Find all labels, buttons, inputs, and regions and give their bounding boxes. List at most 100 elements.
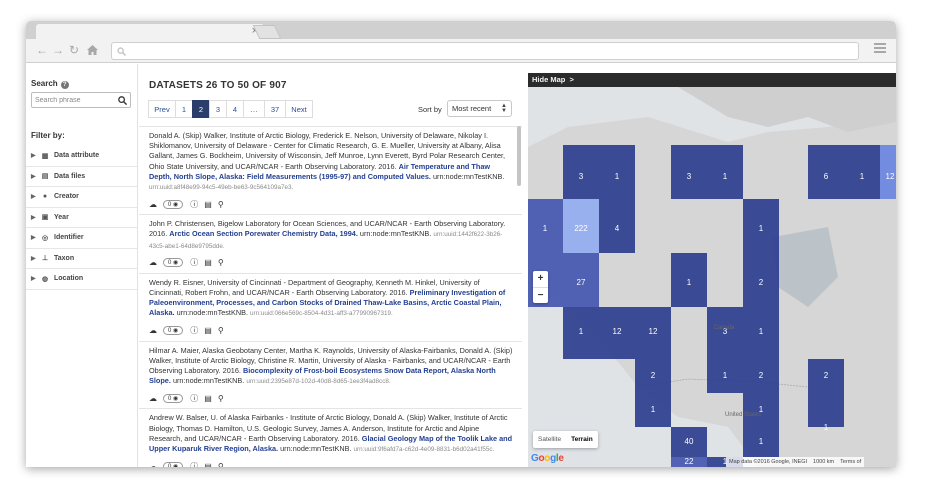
- page-button[interactable]: Prev: [148, 100, 176, 118]
- hide-map-bar[interactable]: Hide Map >: [528, 73, 896, 87]
- map-place-canada: Canada: [713, 325, 735, 331]
- map-marker-icon[interactable]: ⚲: [218, 462, 224, 467]
- page-button[interactable]: 4: [226, 100, 244, 118]
- map-cell-count: 1: [759, 327, 764, 336]
- citation-node: urn:node:mnTestKNB.: [432, 171, 505, 181]
- forward-arrow-icon[interactable]: →: [52, 43, 64, 57]
- filter-item[interactable]: ▶ ▤ Data files: [26, 167, 137, 187]
- filter-item[interactable]: ▶ ◍ Location: [26, 269, 137, 290]
- pagination: Prev 1 2 3 4… 37 Next: [148, 100, 313, 118]
- calendar-icon: ▣: [41, 214, 49, 222]
- file-icon: ▤: [41, 173, 49, 181]
- document-icon[interactable]: ▤: [204, 200, 212, 209]
- map-cell-count: 40: [685, 437, 694, 446]
- hamburger-menu-icon[interactable]: [874, 43, 886, 55]
- info-icon[interactable]: ⓘ: [190, 199, 198, 210]
- table-icon: ▦: [41, 152, 49, 160]
- list-item: John P. Christensen, Bigelow Laboratory …: [139, 214, 522, 271]
- map-marker-icon[interactable]: ⚲: [218, 394, 224, 403]
- cloud-download-icon[interactable]: ☁: [149, 258, 157, 267]
- chevron-right-icon: >: [569, 75, 574, 84]
- filter-item[interactable]: ▶ ▣ Year: [26, 208, 137, 228]
- browser-toolbar: ← → ↻: [26, 39, 896, 63]
- filter-item[interactable]: ▶ ▦ Data attribute: [26, 146, 137, 167]
- map-cell-count: 1: [759, 224, 764, 233]
- cloud-download-icon[interactable]: ☁: [149, 462, 157, 467]
- document-icon[interactable]: ▤: [204, 394, 212, 403]
- map-cell-count: 2: [824, 371, 829, 380]
- dataset-title-link[interactable]: Arctic Ocean Section Porewater Chemistry…: [169, 229, 358, 238]
- map-marker-icon[interactable]: ⚲: [218, 326, 224, 335]
- home-icon[interactable]: [87, 45, 98, 55]
- back-arrow-icon[interactable]: ←: [36, 43, 48, 57]
- map-cell-count: 12: [649, 327, 658, 336]
- cloud-download-icon[interactable]: ☁: [149, 326, 157, 335]
- document-icon[interactable]: ▤: [204, 462, 212, 467]
- document-icon[interactable]: ▤: [204, 258, 212, 267]
- info-icon[interactable]: ⓘ: [190, 325, 198, 336]
- map-cell-count: 1: [579, 327, 584, 336]
- map-type-terrain[interactable]: Terrain: [566, 431, 598, 448]
- citation: Hilmar A. Maier, Alaska Geobotany Center…: [149, 346, 514, 388]
- map-terms-link[interactable]: Terms of: [840, 457, 861, 467]
- filter-list: ▶ ▦ Data attribute ▶ ▤ Data files ▶ ● Creator ▶ ▣ Y…: [26, 146, 137, 290]
- search-button-icon[interactable]: [118, 96, 127, 105]
- page-button[interactable]: …: [243, 100, 265, 118]
- filter-item-label: Year: [54, 213, 69, 221]
- item-actions: ☁ 0 ◉ ⓘ ▤ ⚲: [149, 458, 514, 467]
- eye-icon: ◉: [173, 260, 179, 267]
- map-place-united-states: United States: [725, 412, 761, 418]
- page-button[interactable]: 37: [264, 100, 286, 118]
- page-content: Search? Filter by: ▶ ▦ Data attribute ▶ ▤ Dat…: [26, 64, 896, 467]
- search-input[interactable]: [33, 94, 113, 106]
- eye-icon: ◉: [173, 463, 179, 467]
- map-data-credit: Map data ©2016 Google, INEGI: [729, 459, 808, 465]
- caret-right-icon: ▶: [31, 153, 36, 160]
- reload-icon[interactable]: ↻: [69, 43, 79, 57]
- filter-item-label: Creator: [54, 193, 79, 201]
- map-cell-count: 1: [543, 224, 548, 233]
- zoom-out-button[interactable]: −: [533, 287, 548, 303]
- page-button[interactable]: 3: [209, 100, 227, 118]
- filter-item[interactable]: ▶ ◎ Identifier: [26, 228, 137, 249]
- search-box: [31, 92, 131, 108]
- zoom-in-button[interactable]: +: [533, 271, 548, 287]
- citation: Andrew W. Balser, U. of Alaska Fairbanks…: [149, 413, 514, 455]
- filter-item-label: Location: [54, 275, 84, 283]
- map-marker-icon[interactable]: ⚲: [218, 200, 224, 209]
- caret-right-icon: ▶: [31, 214, 36, 221]
- info-icon[interactable]: ⓘ: [190, 393, 198, 404]
- browser-tab[interactable]: ×: [36, 24, 264, 39]
- item-actions: ☁ 0 ◉ ⓘ ▤ ⚲: [149, 323, 514, 339]
- map-cell-count: 1: [687, 278, 692, 287]
- sort-select[interactable]: Most recent ▲ ▼: [447, 100, 512, 117]
- filter-item[interactable]: ▶ ⊥ Taxon: [26, 249, 137, 269]
- page-button[interactable]: 1: [175, 100, 193, 118]
- cloud-download-icon[interactable]: ☁: [149, 394, 157, 403]
- help-icon[interactable]: ?: [60, 81, 69, 89]
- page-button[interactable]: Next: [285, 100, 313, 118]
- cloud-download-icon[interactable]: ☁: [149, 200, 157, 209]
- map-cell-count: 2: [759, 278, 764, 287]
- map-type-satellite[interactable]: Satellite: [533, 431, 566, 448]
- map-cell-count: 1: [723, 172, 728, 181]
- citation-uuid: urn:uuid:066e569c-8504-4d31-aff3-a779909…: [250, 310, 393, 318]
- map-cell-count: 12: [613, 327, 622, 336]
- document-icon[interactable]: ▤: [204, 326, 212, 335]
- info-icon[interactable]: ⓘ: [190, 461, 198, 467]
- filter-item[interactable]: ▶ ● Creator: [26, 187, 137, 208]
- item-actions: ☁ 0 ◉ ⓘ ▤ ⚲: [149, 255, 514, 271]
- map-canvas[interactable]: 313161121222416271211212312122111401221 …: [528, 87, 896, 467]
- map-grid-cell[interactable]: [808, 393, 844, 427]
- page-button[interactable]: 2: [192, 100, 210, 118]
- view-count-badge: 0 ◉: [163, 461, 184, 467]
- target-icon: ◎: [41, 234, 49, 242]
- search-icon: [117, 47, 126, 56]
- citation: Wendy R. Eisner, University of Cincinnat…: [149, 278, 514, 320]
- address-bar[interactable]: [111, 42, 859, 60]
- info-icon[interactable]: ⓘ: [190, 257, 198, 268]
- results-scrollbar[interactable]: [517, 126, 521, 186]
- browser-window: × ← → ↻ Search? Filter by: ▶ ▦ Data attrib…: [26, 21, 896, 467]
- map-panel[interactable]: 313161121222416271211212312122111401221 …: [528, 73, 896, 467]
- map-marker-icon[interactable]: ⚲: [218, 258, 224, 267]
